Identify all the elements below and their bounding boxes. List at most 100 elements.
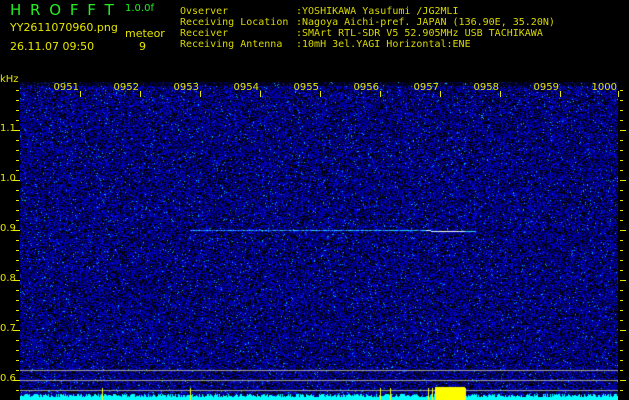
y-tick	[16, 170, 19, 171]
y-tick	[620, 100, 623, 101]
y-tick	[16, 350, 19, 351]
y-tick	[16, 340, 19, 341]
y-tick	[620, 150, 623, 151]
y-tick-label: 1.1	[0, 123, 16, 134]
station-row-observer: Ovserver:YOSHIKAWA Yasufumi /JG2MLI	[180, 6, 459, 17]
y-tick	[16, 100, 19, 101]
y-tick	[620, 350, 623, 351]
y-tick	[16, 240, 19, 241]
y-tick	[620, 130, 626, 131]
y-tick	[16, 320, 19, 321]
y-tick	[16, 220, 19, 221]
y-tick	[620, 320, 623, 321]
y-tick	[620, 200, 623, 201]
y-tick	[620, 340, 623, 341]
y-tick	[620, 300, 623, 301]
station-row-location: Receiving Location:Nagoya Aichi-pref. JA…	[180, 17, 555, 28]
detection-count: 9	[139, 40, 146, 53]
y-tick	[620, 370, 623, 371]
y-tick	[13, 230, 20, 231]
y-tick-label: 0.9	[0, 223, 16, 234]
y-tick-label: 0.6	[0, 373, 16, 384]
station-row-antenna: Receiving Antenna:10mH 3el.YAGI Horizont…	[180, 39, 471, 50]
y-tick	[13, 130, 20, 131]
y-tick	[16, 210, 19, 211]
y-tick	[16, 370, 19, 371]
app-version: 1.0.0f	[125, 3, 154, 14]
y-tick	[620, 180, 626, 181]
y-tick	[16, 360, 19, 361]
y-tick	[16, 160, 19, 161]
y-tick	[620, 360, 623, 361]
x-tick-label: 0952	[113, 82, 139, 93]
y-tick	[620, 170, 623, 171]
y-tick	[16, 250, 19, 251]
y-tick	[13, 280, 20, 281]
y-tick	[16, 150, 19, 151]
x-tick-label: 0951	[53, 82, 79, 93]
y-tick-label: 1.0	[0, 173, 16, 184]
y-tick	[620, 120, 623, 121]
y-tick	[620, 190, 623, 191]
x-tick	[200, 91, 201, 97]
x-tick	[320, 91, 321, 97]
y-tick	[13, 380, 20, 381]
station-info: Ovserver:YOSHIKAWA Yasufumi /JG2MLI Recei…	[180, 6, 555, 50]
y-tick	[620, 110, 623, 111]
x-tick-label: 0953	[173, 82, 199, 93]
x-tick	[560, 91, 561, 97]
y-tick	[620, 240, 623, 241]
y-tick	[620, 260, 623, 261]
y-tick	[620, 380, 626, 381]
y-tick	[16, 390, 19, 391]
y-tick	[620, 210, 623, 211]
y-tick	[620, 230, 626, 231]
y-tick	[620, 250, 623, 251]
x-tick	[260, 91, 261, 97]
spectrogram	[20, 82, 618, 400]
y-tick	[620, 90, 623, 91]
x-tick	[500, 91, 501, 97]
y-tick	[620, 280, 626, 281]
y-tick	[16, 270, 19, 271]
y-tick	[16, 140, 19, 141]
y-tick	[13, 180, 20, 181]
file-datetime: 26.11.07 09:50	[10, 40, 95, 53]
y-tick	[16, 190, 19, 191]
y-tick	[16, 290, 19, 291]
app-title: H R O F F T	[10, 1, 116, 19]
y-tick	[16, 260, 19, 261]
x-tick-label: 0958	[473, 82, 499, 93]
y-unit-label: kHz	[0, 74, 19, 85]
y-tick	[620, 290, 623, 291]
y-tick	[620, 310, 623, 311]
y-tick	[16, 110, 19, 111]
y-tick-label: 0.7	[0, 323, 16, 334]
x-tick-label: 1000	[591, 82, 617, 93]
file-name: YY2611070960.png	[10, 21, 118, 34]
x-tick	[440, 91, 441, 97]
x-tick	[140, 91, 141, 97]
y-tick	[620, 270, 623, 271]
y-tick	[16, 310, 19, 311]
y-tick	[620, 330, 626, 331]
x-tick	[618, 91, 619, 97]
y-tick	[620, 160, 623, 161]
y-tick	[620, 140, 623, 141]
x-tick	[80, 91, 81, 97]
x-tick-label: 0959	[533, 82, 559, 93]
x-tick-label: 0956	[353, 82, 379, 93]
y-tick	[16, 200, 19, 201]
x-tick-label: 0955	[293, 82, 319, 93]
x-tick	[380, 91, 381, 97]
y-tick	[620, 390, 623, 391]
y-tick	[620, 220, 623, 221]
station-row-receiver: Receiver:SMArt RTL-SDR V5 52.905MHz USB …	[180, 28, 543, 39]
y-tick	[13, 330, 20, 331]
y-tick	[16, 90, 19, 91]
x-tick-label: 0957	[413, 82, 439, 93]
y-tick-label: 0.8	[0, 273, 16, 284]
x-tick-label: 0954	[233, 82, 259, 93]
y-tick	[16, 300, 19, 301]
detection-label: meteor	[125, 27, 165, 40]
